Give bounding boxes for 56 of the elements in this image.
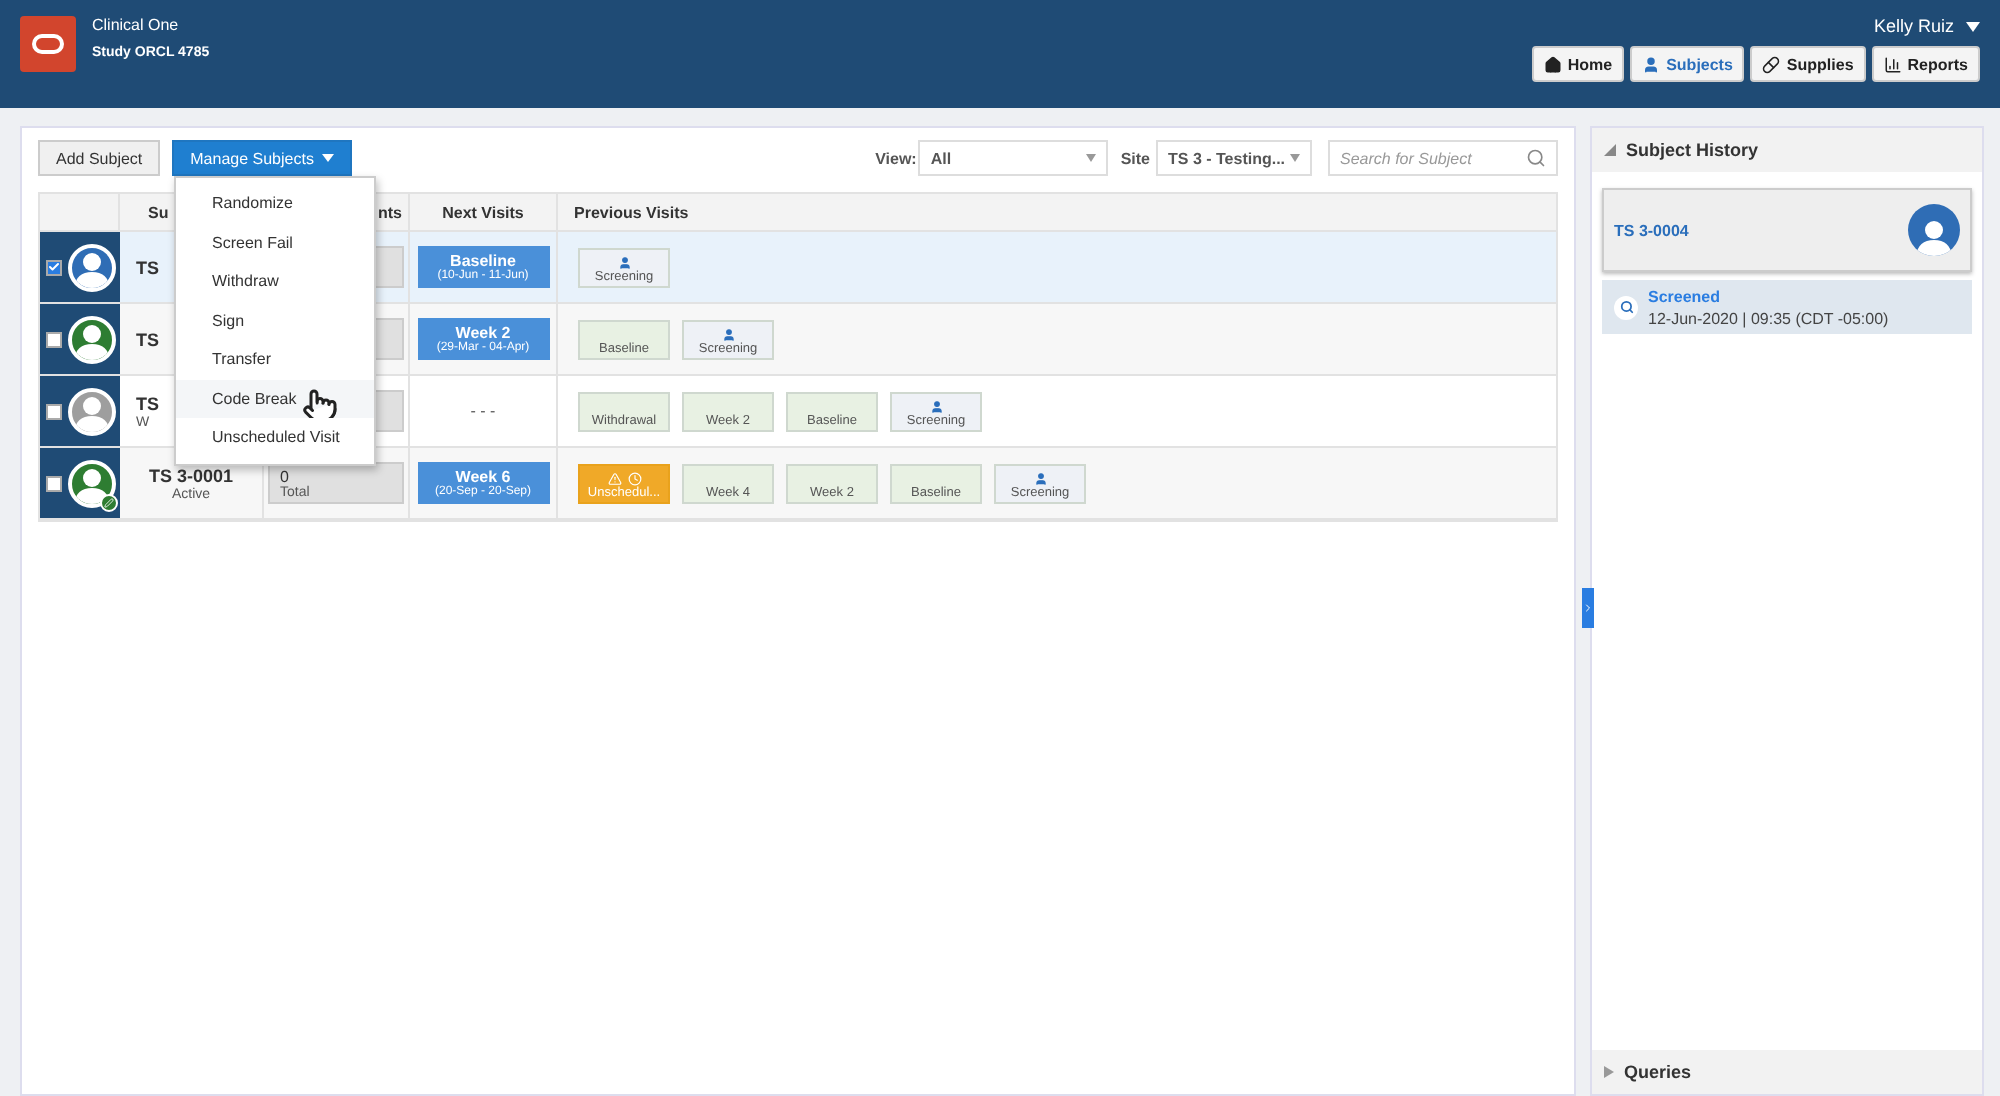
panel-title: Subject History [1626, 140, 1759, 160]
menu-item[interactable]: Screen Fail [176, 223, 374, 262]
collapse-handle[interactable] [1582, 588, 1594, 628]
menu-item[interactable]: Sign [176, 301, 374, 340]
person-icon [617, 255, 631, 269]
collapsed-triangle-icon[interactable] [1604, 1066, 1614, 1078]
home-icon [1543, 55, 1562, 73]
no-next-visit: - - - [470, 402, 496, 420]
person-icon [721, 327, 735, 341]
site-select[interactable]: TS 3 - Testing... [1156, 140, 1312, 176]
bar-chart-icon [1883, 55, 1902, 73]
app-logo [20, 16, 76, 72]
nav-button[interactable]: Subjects [1630, 46, 1745, 82]
row-checkbox[interactable] [46, 403, 62, 419]
menu-item[interactable]: Transfer [176, 340, 374, 379]
event-time: 12-Jun-2020 | 09:35 (CDT -05:00) [1648, 309, 1889, 327]
nav-button[interactable]: Supplies [1750, 46, 1866, 82]
subject-id: TS 3-0001 [148, 465, 234, 485]
clock-icon [627, 471, 641, 485]
view-label: View: [875, 149, 917, 167]
search-icon [1614, 295, 1638, 319]
menu-item[interactable]: Unscheduled Visit [176, 418, 374, 457]
user-name[interactable]: Kelly Ruiz [1873, 16, 1954, 36]
user-icon [1642, 55, 1661, 73]
event-title: Screened [1648, 287, 1723, 305]
row-checkbox[interactable] [46, 475, 62, 491]
column-header: Next Visits [442, 203, 524, 221]
column-header: Previous Visits [574, 203, 689, 221]
app-name: Clinical One [92, 16, 181, 34]
warning-icon [607, 471, 621, 485]
panel-title: Queries [1624, 1062, 1692, 1082]
caret-icon[interactable] [1966, 21, 1980, 31]
subject-card[interactable]: TS 3-0004 [1602, 188, 1972, 272]
manage-subjects-button[interactable]: Manage Subjects [172, 140, 352, 176]
menu-item[interactable]: Withdraw [176, 262, 374, 301]
expanded-triangle-icon[interactable] [1604, 144, 1616, 156]
site-label: Site [1120, 149, 1150, 167]
row-checkbox[interactable] [46, 331, 62, 347]
add-subject-button[interactable]: Add Subject [38, 140, 161, 176]
menu-item[interactable]: Randomize [176, 184, 374, 223]
person-icon [1033, 471, 1047, 485]
subject-id: TS [136, 257, 160, 277]
search-icon[interactable] [1526, 148, 1546, 168]
menu-item[interactable]: Code Break [176, 379, 374, 418]
person-icon [929, 399, 943, 413]
caret-icon [321, 154, 334, 162]
nav-button[interactable]: Home [1531, 46, 1625, 82]
view-select[interactable]: All [918, 140, 1109, 176]
nav-button[interactable]: Reports [1871, 46, 1980, 82]
subject-id: TS [136, 393, 160, 413]
subject-id: TS [136, 329, 160, 349]
row-checkbox[interactable] [46, 259, 62, 275]
pills-icon [1762, 55, 1781, 73]
column-header: Su [148, 203, 169, 221]
column-header: nts [378, 203, 402, 221]
avatar [1908, 204, 1960, 256]
